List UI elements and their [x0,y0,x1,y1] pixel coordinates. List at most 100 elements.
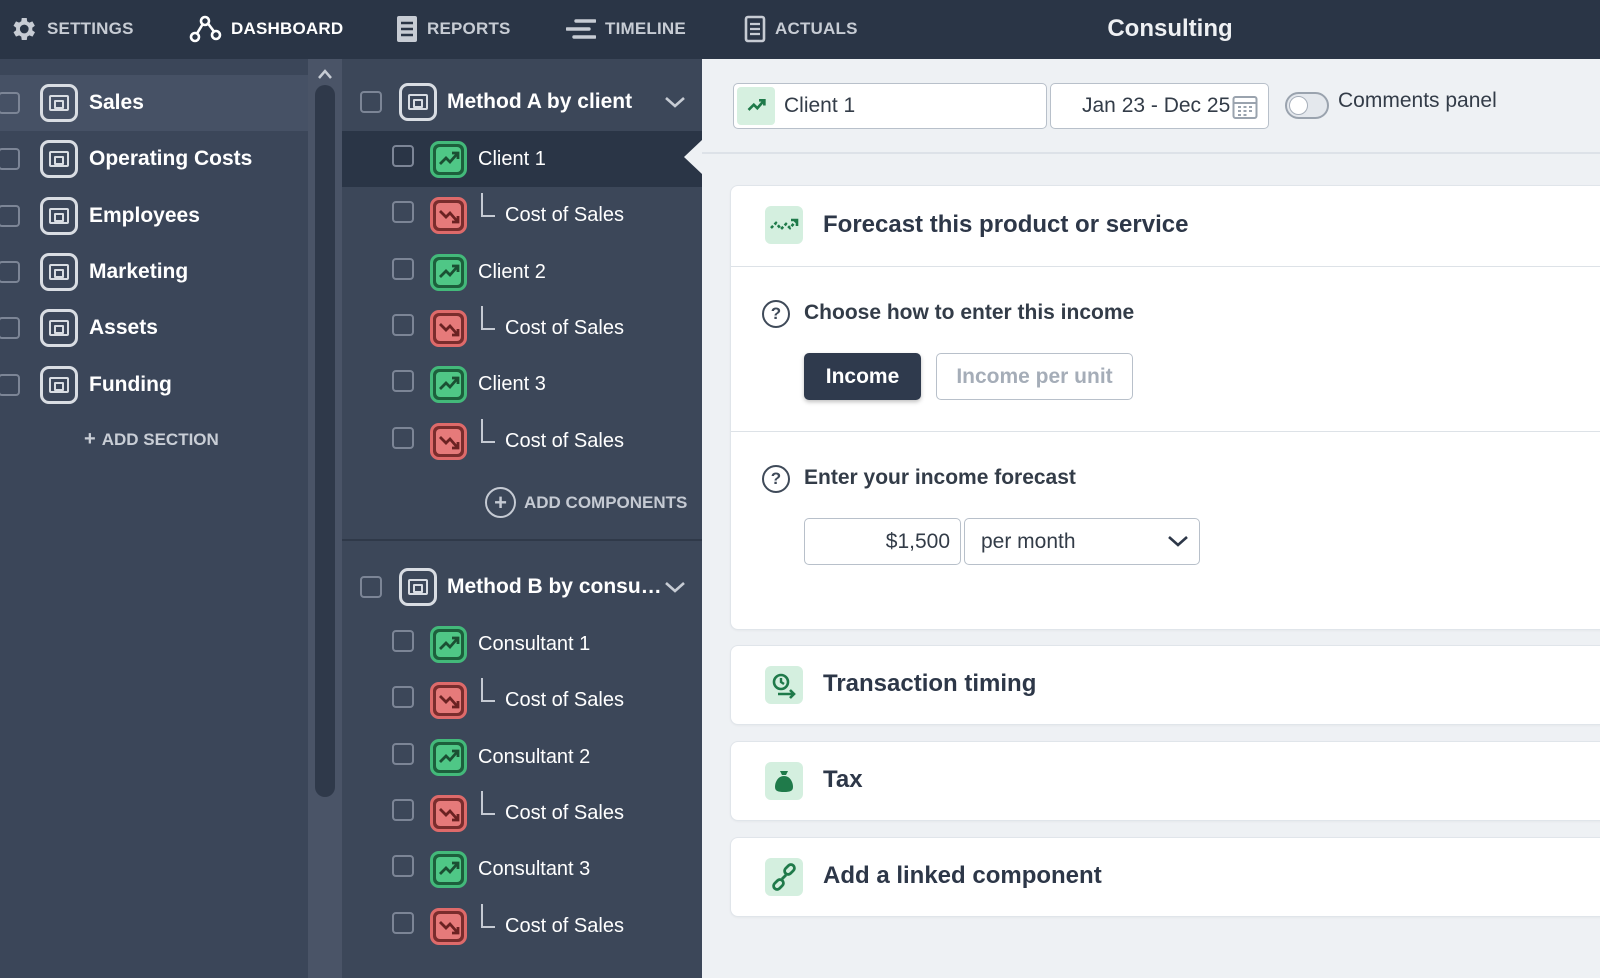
component-checkbox[interactable] [392,630,414,652]
component-row-cost-of-sales[interactable]: Cost of Sales [342,785,702,841]
component-checkbox[interactable] [392,799,414,821]
help-question-icon[interactable]: ? [762,300,790,328]
component-checkbox[interactable] [392,314,414,336]
chevron-down-icon[interactable] [664,578,686,596]
section-item-funding[interactable]: Funding [0,357,308,413]
section-item-marketing[interactable]: Marketing [0,244,308,300]
section-checkbox[interactable] [0,374,20,396]
section-item-employees[interactable]: Employees [0,188,308,244]
component-row-cost-of-sales[interactable]: Cost of Sales [342,898,702,954]
nav-timeline[interactable]: TIMELINE [566,0,686,57]
component-row-client-2[interactable]: Client 2 [342,244,702,300]
component-label: Client 1 [478,147,546,170]
component-row-cost-of-sales[interactable]: Cost of Sales [342,672,702,728]
date-range-picker[interactable]: Jan 23 - Dec 25 [1050,83,1269,129]
component-label: Client 3 [478,372,546,395]
date-range-value: Jan 23 - Dec 25 [1082,94,1231,117]
trend-down-icon [430,423,467,460]
trend-up-icon [430,366,467,403]
trend-up-icon [430,254,467,291]
add-section-button[interactable]: + ADD SECTION [84,428,219,451]
chevron-down-icon[interactable] [664,93,686,111]
nav-timeline-label: TIMELINE [605,18,686,38]
scroll-thumb[interactable] [315,85,335,797]
component-row-consultant-2[interactable]: Consultant 2 [342,729,702,785]
section-item-operating-costs[interactable]: Operating Costs [0,131,308,187]
component-label: Consultant 2 [478,745,591,768]
group-checkbox[interactable] [360,91,382,113]
section-checkbox[interactable] [0,92,20,114]
component-checkbox[interactable] [392,686,414,708]
component-row-consultant-1[interactable]: Consultant 1 [342,616,702,672]
component-row-cost-of-sales[interactable]: Cost of Sales [342,413,702,469]
card-title: Tax [823,766,863,793]
nav-actuals-label: ACTUALS [775,18,858,38]
period-select-value: per month [981,530,1076,553]
section-checkbox[interactable] [0,261,20,283]
comments-panel-label: Comments panel [1338,89,1497,112]
tax-card[interactable]: Tax [730,741,1600,821]
component-row-cost-of-sales[interactable]: Cost of Sales [342,300,702,356]
section-label: Sales [89,91,144,114]
linked-component-card[interactable]: Add a linked component [730,837,1600,917]
group-header-method-b[interactable]: Method B by consu… [342,552,702,622]
component-checkbox[interactable] [392,427,414,449]
plus-icon: + [84,428,96,450]
component-row-cost-of-sales[interactable]: Cost of Sales [342,187,702,243]
component-checkbox[interactable] [392,370,414,392]
timeline-icon [566,18,596,39]
component-label: Cost of Sales [505,203,624,226]
nav-settings[interactable]: SETTINGS [8,0,134,57]
component-checkbox[interactable] [392,258,414,280]
calendar-icon[interactable] [1232,94,1258,120]
sidebar-scrollbar[interactable] [308,59,342,978]
component-label: Cost of Sales [505,316,624,339]
selection-pointer [684,140,702,174]
income-per-unit-button[interactable]: Income per unit [936,353,1133,400]
section-checkbox[interactable] [0,317,20,339]
component-row-client-1[interactable]: Client 1 [342,131,702,187]
section-checkbox[interactable] [0,205,20,227]
income-amount-input[interactable] [804,518,961,565]
component-checkbox[interactable] [392,201,414,223]
component-checkbox[interactable] [392,855,414,877]
chevron-down-icon [1168,536,1188,547]
add-components-label: ADD COMPONENTS [524,492,688,512]
component-row-client-3[interactable]: Client 3 [342,356,702,412]
plus-circle-icon: + [485,487,516,518]
toggle-knob [1289,96,1308,115]
nav-actuals[interactable]: ACTUALS [744,0,858,57]
trend-down-icon [430,682,467,719]
component-checkbox[interactable] [392,145,414,167]
component-checkbox[interactable] [392,912,414,934]
group-checkbox[interactable] [360,576,382,598]
add-components-button[interactable]: + ADD COMPONENTS [485,487,687,518]
section-checkbox[interactable] [0,148,20,170]
group-title: Method B by consu… [447,575,662,598]
component-label: Cost of Sales [505,688,624,711]
nav-dashboard[interactable]: DASHBOARD [189,0,343,57]
section-item-assets[interactable]: Assets [0,300,308,356]
help-question-icon[interactable]: ? [762,465,790,493]
nav-reports[interactable]: REPORTS [396,0,511,57]
group-title: Method A by client [447,90,633,113]
comments-panel-toggle[interactable] [1285,92,1329,119]
main-content: Client 1 Jan 23 - Dec 25 Comments panel … [702,59,1600,978]
question-label: Enter your income forecast [804,466,1076,489]
folder-icon [40,140,78,178]
period-select[interactable]: per month [964,518,1200,565]
trend-down-icon [430,310,467,347]
group-header-method-a[interactable]: Method A by client [342,67,702,137]
scroll-up-arrow-icon[interactable] [317,67,333,81]
section-item-sales[interactable]: Sales [0,75,308,131]
component-checkbox[interactable] [392,743,414,765]
component-select-value: Client 1 [784,94,856,117]
income-button[interactable]: Income [804,353,921,400]
component-label: Cost of Sales [505,429,624,452]
section-label: Employees [89,204,200,227]
folder-icon [40,309,78,347]
section-label: Operating Costs [89,147,253,170]
component-row-consultant-3[interactable]: Consultant 3 [342,841,702,897]
transaction-timing-card[interactable]: Transaction timing [730,645,1600,725]
component-select[interactable]: Client 1 [733,83,1047,129]
